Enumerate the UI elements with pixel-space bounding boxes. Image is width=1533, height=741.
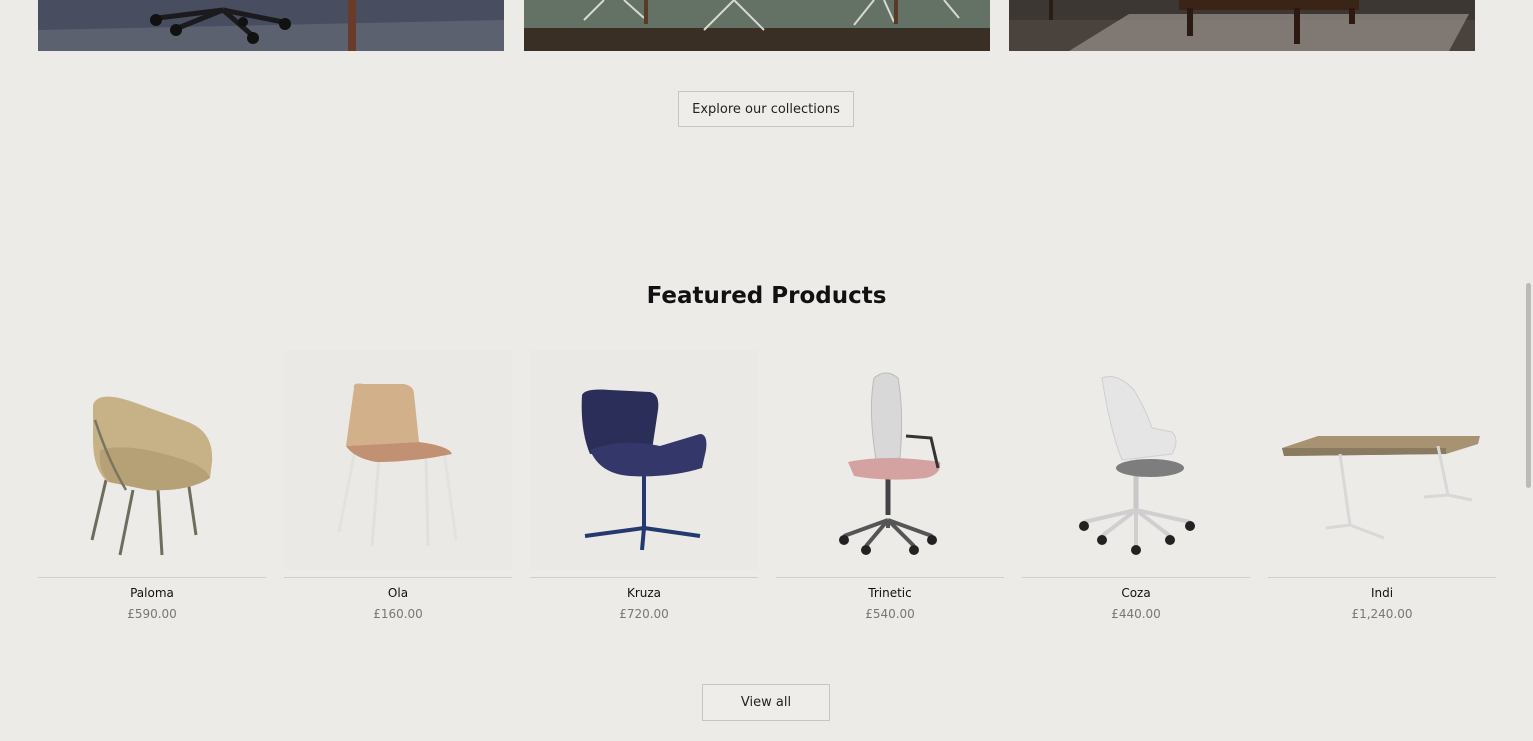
product-price: £160.00 (373, 607, 423, 621)
view-all-label: View all (740, 695, 792, 710)
product-price: £1,240.00 (1351, 607, 1413, 621)
product-card-kruza[interactable]: Kruza £720.00 (530, 350, 758, 630)
product-name[interactable]: Trinetic (776, 586, 1004, 600)
bench-desk-icon (1282, 436, 1480, 540)
lounge-chair-icon (90, 396, 213, 556)
product-name[interactable]: Paloma (38, 586, 266, 600)
explore-collections-button[interactable]: Explore our collections (678, 91, 854, 127)
product-card-trinetic[interactable]: Trinetic £540.00 (776, 350, 1004, 630)
card-divider (776, 577, 1004, 578)
featured-products-title: Featured Products (646, 283, 887, 309)
explore-collections-label: Explore our collections (692, 101, 840, 117)
product-image[interactable] (38, 350, 266, 570)
table-legs-photo (524, 0, 990, 51)
product-card-paloma[interactable]: Paloma £590.00 (38, 350, 266, 630)
collection-tile-office[interactable] (38, 0, 504, 51)
product-image[interactable] (530, 350, 758, 570)
card-divider (1268, 577, 1496, 578)
product-card-coza[interactable]: Coza £440.00 (1022, 350, 1250, 630)
swivel-armchair-icon (581, 389, 707, 551)
product-name[interactable]: Ola (284, 586, 512, 600)
product-image[interactable] (1022, 350, 1250, 570)
collection-tile-lounge[interactable] (1009, 0, 1475, 51)
product-image[interactable] (776, 350, 1004, 570)
collection-tile-dining[interactable] (524, 0, 990, 51)
collections-row (38, 0, 1475, 52)
swivel-chair-base-photo (38, 0, 504, 51)
view-all-button[interactable]: View all (702, 684, 830, 721)
product-image[interactable] (1268, 350, 1496, 570)
wooden-shell-chair-icon (337, 383, 458, 547)
card-divider (284, 577, 512, 578)
featured-products-grid: Paloma £590.00 Ola £160.00 Kruza £720.00… (38, 350, 1496, 630)
coffee-table-photo (1009, 0, 1475, 51)
product-card-ola[interactable]: Ola £160.00 (284, 350, 512, 630)
white-task-chair-icon (1079, 376, 1195, 555)
product-card-indi[interactable]: Indi £1,240.00 (1268, 350, 1496, 630)
page-scrollbar[interactable] (1526, 283, 1531, 488)
product-name[interactable]: Coza (1022, 586, 1250, 600)
product-price: £540.00 (865, 607, 915, 621)
product-price: £590.00 (127, 607, 177, 621)
product-name[interactable]: Indi (1268, 586, 1496, 600)
product-price: £440.00 (1111, 607, 1161, 621)
card-divider (1022, 577, 1250, 578)
card-divider (530, 577, 758, 578)
product-name[interactable]: Kruza (530, 586, 758, 600)
product-price: £720.00 (619, 607, 669, 621)
product-image[interactable] (284, 350, 512, 570)
card-divider (38, 577, 266, 578)
mesh-task-chair-icon (839, 372, 941, 555)
